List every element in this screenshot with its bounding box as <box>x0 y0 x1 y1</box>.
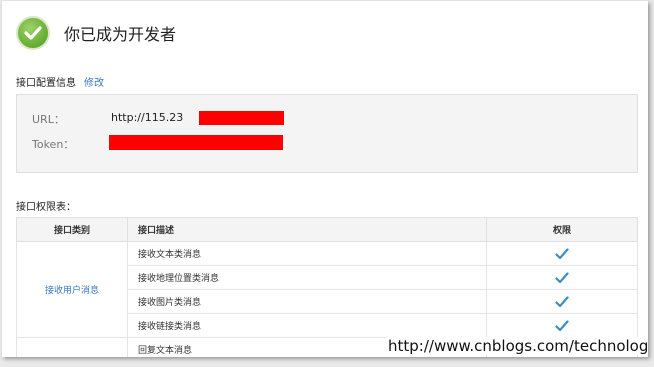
table-header-row: 接口类别 接口描述 权限 <box>16 217 638 242</box>
permission-cell <box>486 265 638 290</box>
check-circle-icon <box>16 16 50 50</box>
watermark-url: http://www.cnblogs.com/technology/ <box>386 337 648 355</box>
permission-cell <box>486 289 638 314</box>
permission-cell <box>486 313 638 338</box>
url-value: http://115.23 <box>111 111 184 124</box>
config-section-label: 接口配置信息 <box>16 78 76 89</box>
checkmark-icon <box>555 247 569 259</box>
permissions-section-title: 接口权限表： <box>16 202 76 213</box>
checkmark-icon <box>555 295 569 307</box>
description-cell: 接收文本类消息 <box>127 241 487 266</box>
config-section-title: 接口配置信息 修改 <box>16 74 104 89</box>
checkmark-icon <box>555 271 569 283</box>
category-cell: 接收用户消息 <box>16 241 128 338</box>
category-cell <box>16 337 128 357</box>
url-label: URL： <box>32 113 65 126</box>
config-box: URL： http://115.23 Token： <box>16 94 638 173</box>
checkmark-icon <box>555 319 569 331</box>
column-header-category: 接口类别 <box>16 217 128 242</box>
success-header: 你已成为开发者 <box>16 14 176 52</box>
url-redaction <box>199 111 284 125</box>
table-row: 接收用户消息 接收文本类消息 <box>16 241 638 338</box>
page-title: 你已成为开发者 <box>64 25 177 44</box>
page-frame: 你已成为开发者 接口配置信息 修改 URL： http://115.23 Toke… <box>2 1 648 357</box>
column-header-permission: 权限 <box>486 217 638 242</box>
permissions-table: 接口类别 接口描述 权限 接收用户消息 接收文本类消息 接收地理位置类消息 接收… <box>16 217 638 357</box>
permission-cell <box>486 241 638 266</box>
token-label: Token： <box>32 138 75 151</box>
token-redaction <box>109 135 283 150</box>
description-cell: 接收地理位置类消息 <box>127 265 487 290</box>
description-cell: 接收图片类消息 <box>127 289 487 314</box>
edit-config-link[interactable]: 修改 <box>84 78 104 89</box>
description-cell: 接收链接类消息 <box>127 313 487 338</box>
column-header-description: 接口描述 <box>127 217 487 242</box>
